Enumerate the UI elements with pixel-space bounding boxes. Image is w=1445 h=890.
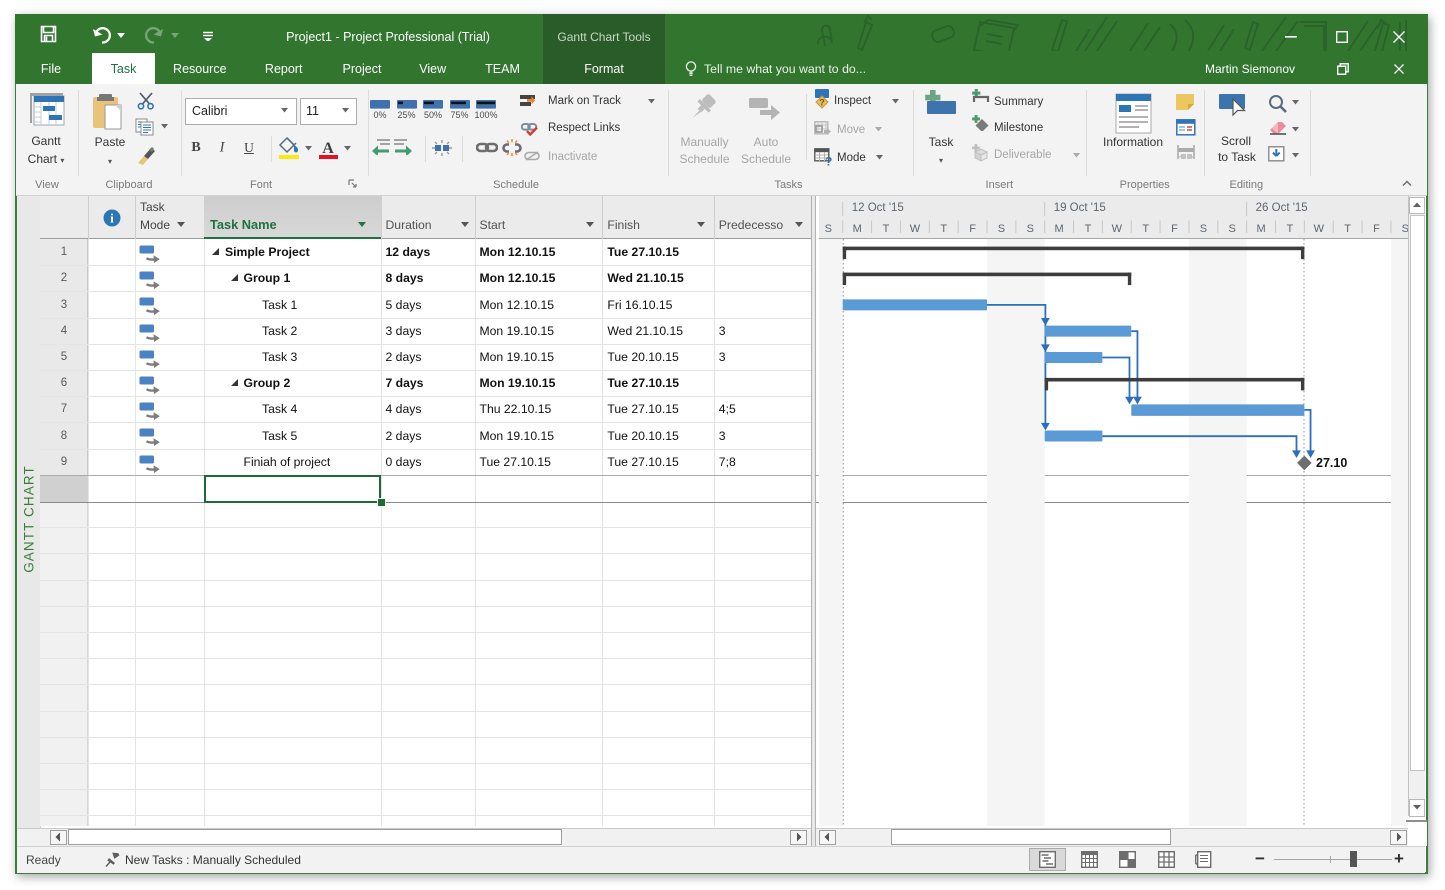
- svg-text:T: T: [940, 223, 947, 235]
- svg-text:M: M: [852, 223, 861, 235]
- svg-text:?: ?: [819, 98, 825, 108]
- svg-text:27.10: 27.10: [1316, 456, 1347, 470]
- svg-text:F: F: [969, 223, 976, 235]
- svg-text:?: ?: [825, 155, 832, 167]
- svg-text:T: T: [1142, 223, 1149, 235]
- svg-text:T: T: [1084, 223, 1091, 235]
- svg-text:F: F: [1373, 223, 1380, 235]
- svg-text:S: S: [1026, 223, 1033, 235]
- svg-text:F: F: [1171, 223, 1178, 235]
- svg-text:S: S: [997, 223, 1004, 235]
- svg-text:26 Oct '15: 26 Oct '15: [1255, 202, 1307, 214]
- svg-text:T: T: [1286, 223, 1293, 235]
- svg-text:M: M: [1256, 223, 1265, 235]
- svg-text:T: T: [1344, 223, 1351, 235]
- svg-text:W: W: [1111, 223, 1122, 235]
- svg-text:M: M: [1054, 223, 1063, 235]
- svg-text:T: T: [882, 223, 889, 235]
- svg-text:S: S: [1199, 223, 1206, 235]
- svg-text:W: W: [909, 223, 920, 235]
- svg-text:S: S: [824, 223, 831, 235]
- svg-text:12 Oct '15: 12 Oct '15: [851, 202, 903, 214]
- svg-text:W: W: [1313, 223, 1324, 235]
- svg-text:S: S: [1228, 223, 1235, 235]
- svg-text:A: A: [322, 140, 334, 157]
- svg-text:i: i: [110, 212, 114, 226]
- svg-text:19 Oct '15: 19 Oct '15: [1053, 202, 1105, 214]
- svg-text:S: S: [1401, 223, 1408, 235]
